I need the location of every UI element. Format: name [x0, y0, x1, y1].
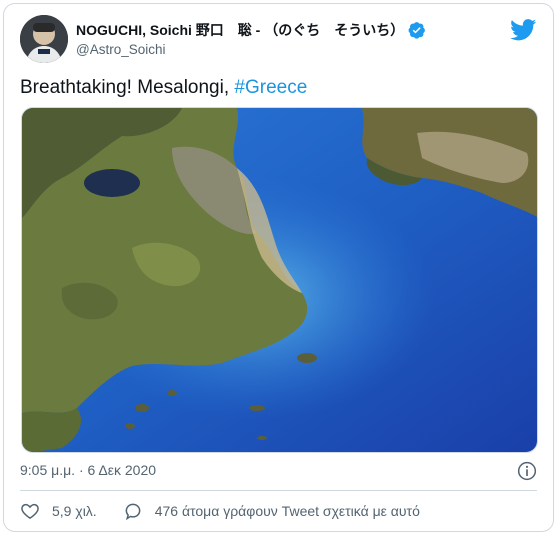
hashtag-link[interactable]: #Greece [234, 77, 307, 98]
astronaut-avatar-icon [20, 15, 68, 63]
satellite-photo-icon [22, 108, 537, 452]
twitter-bird-icon[interactable] [510, 19, 537, 41]
tweet-text: Breathtaking! Mesalongi, #Greece [20, 77, 307, 99]
tweet-actions: 5,9 χιλ. 476 άτομα γράφουν Tweet σχετικά… [20, 501, 420, 521]
like-button[interactable]: 5,9 χιλ. [20, 501, 97, 521]
verified-badge-icon [408, 22, 426, 39]
reply-text: 476 άτομα γράφουν Tweet σχετικά με αυτό [154, 503, 420, 519]
tweet-text-body: Breathtaking! Mesalongi, [20, 77, 235, 98]
avatar[interactable] [20, 15, 68, 63]
tweet-photo[interactable] [21, 107, 538, 453]
like-count: 5,9 χιλ. [52, 503, 97, 519]
divider [20, 490, 537, 491]
tweet-card[interactable]: NOGUCHI, Soichi 野口 聡 - （のぐち そういち） @Astro… [3, 3, 554, 532]
author-display-name[interactable]: NOGUCHI, Soichi 野口 聡 - （のぐち そういち） [76, 20, 404, 40]
heart-icon [21, 503, 39, 519]
tweet-timestamp[interactable]: 9:05 μ.μ. · 6 Δεκ 2020 [20, 462, 156, 478]
author-handle[interactable]: @Astro_Soichi [76, 42, 496, 57]
info-icon[interactable] [517, 461, 537, 481]
speech-bubble-icon [125, 503, 141, 521]
reply-button[interactable]: 476 άτομα γράφουν Tweet σχετικά με αυτό [123, 501, 420, 521]
